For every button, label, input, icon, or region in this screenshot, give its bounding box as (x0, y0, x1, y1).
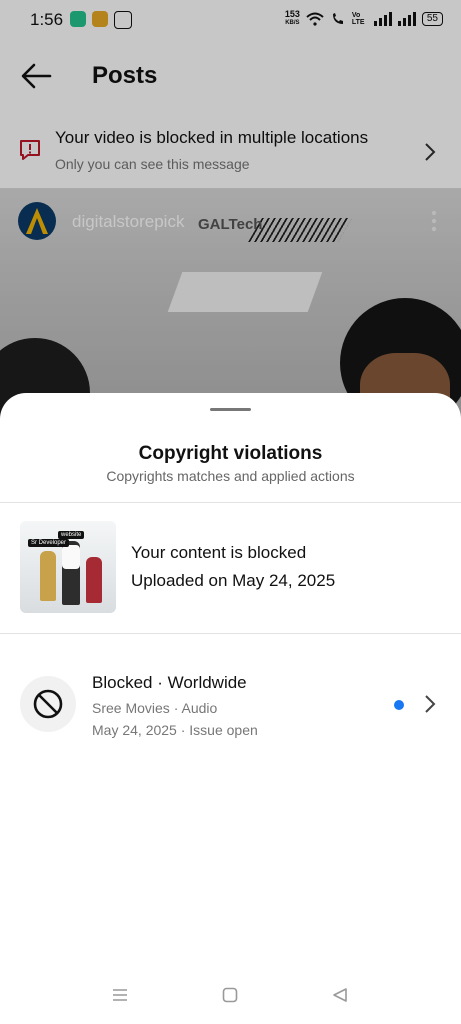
violation-item[interactable]: Blocked · Worldwide Sree Movies · Audio … (0, 651, 461, 761)
home-icon[interactable] (222, 987, 238, 1003)
sheet-drag-handle[interactable] (210, 408, 251, 411)
violation-date-status: May 24, 2025 · Issue open (92, 722, 258, 738)
blocked-content-item: Sr Developer website Your content is blo… (0, 505, 461, 633)
violation-source: Sree Movies · Audio (92, 700, 218, 716)
chevron-right-icon (425, 695, 436, 713)
unread-indicator (394, 700, 404, 710)
violation-title: Blocked · Worldwide (92, 673, 247, 692)
back-triangle-icon[interactable] (332, 987, 348, 1003)
system-navigation-bar (0, 960, 461, 1024)
sheet-title: Copyright violations (138, 443, 323, 464)
blocked-icon-container (20, 676, 76, 732)
copyright-bottom-sheet: Copyright violations Copyrights matches … (0, 393, 461, 1024)
content-thumbnail: Sr Developer website (20, 521, 116, 613)
thumbnail-tag: Sr Developer (28, 539, 70, 547)
divider (0, 502, 461, 503)
recent-apps-icon[interactable] (112, 988, 128, 1002)
thumbnail-person-1 (40, 551, 56, 601)
thumbnail-person-2-shirt (62, 545, 80, 569)
thumbnail-person-3 (86, 557, 102, 603)
divider (0, 633, 461, 634)
blocked-icon (33, 689, 63, 719)
thumbnail-tag: website (58, 531, 85, 539)
content-upload-date: Uploaded on May 24, 2025 (131, 571, 336, 590)
sheet-subtitle: Copyrights matches and applied actions (106, 468, 355, 484)
content-status: Your content is blocked (131, 543, 307, 562)
